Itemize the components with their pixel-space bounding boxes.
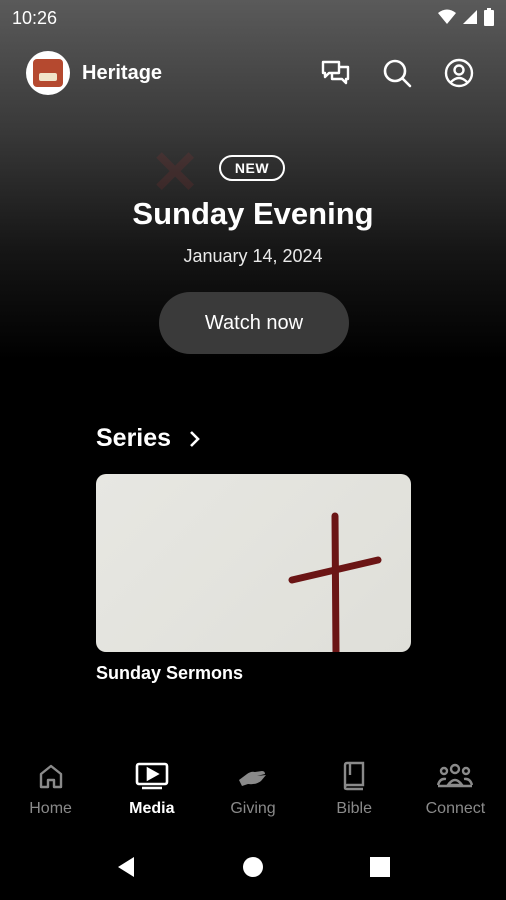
account-icon [444, 58, 474, 88]
nav-item-giving[interactable]: Giving [202, 760, 303, 832]
series-header[interactable]: Series [96, 424, 201, 453]
app-title: Heritage [82, 62, 163, 84]
play-screen-icon [135, 762, 169, 790]
app-header: Heritage [0, 50, 506, 100]
nav-item-home[interactable]: Home [0, 760, 101, 832]
hero-date: January 14, 2024 [183, 246, 323, 266]
search-button[interactable] [380, 56, 414, 90]
home-circle-icon [243, 857, 263, 877]
nav-label-connect: Connect [425, 800, 486, 817]
back-triangle-icon [118, 857, 134, 877]
nav-label-home: Home [29, 800, 72, 817]
hero-title: Sunday Evening [132, 196, 374, 231]
people-icon [437, 763, 474, 788]
cross-image [288, 512, 382, 652]
chevron-right-icon [190, 430, 200, 447]
nav-label-media: Media [129, 800, 175, 817]
nav-label-bible: Bible [336, 800, 372, 817]
series-title: Series [96, 424, 172, 452]
battery-icon [484, 8, 494, 26]
recents-button[interactable] [367, 854, 393, 880]
watch-now-button[interactable]: Watch now [159, 292, 349, 354]
home-icon [39, 764, 62, 789]
signal-icon [463, 10, 477, 24]
recents-square-icon [370, 857, 390, 877]
giving-hand-icon [239, 771, 266, 786]
series-card-thumbnail[interactable] [96, 474, 411, 652]
nav-label-giving: Giving [230, 800, 276, 817]
home-system-button[interactable] [240, 854, 266, 880]
system-navigation-bar [0, 840, 506, 892]
bottom-navigation: Home Media Giving Bible Connect [0, 760, 506, 832]
chat-icon [321, 60, 350, 85]
search-icon [383, 59, 412, 88]
book-icon [344, 761, 365, 791]
nav-item-connect[interactable]: Connect [405, 760, 506, 832]
status-time: 10:26 [12, 8, 58, 28]
status-bar: 10:26 [0, 0, 506, 36]
nav-item-bible[interactable]: Bible [304, 760, 405, 832]
church-logo[interactable] [26, 51, 70, 95]
wifi-icon [438, 9, 456, 24]
nav-item-media[interactable]: Media [101, 760, 202, 832]
messages-button[interactable] [318, 56, 352, 90]
back-button[interactable] [113, 854, 139, 880]
series-card-label[interactable]: Sunday Sermons [96, 663, 243, 684]
status-icons [438, 8, 494, 26]
new-badge: NEW [219, 155, 285, 181]
profile-button[interactable] [442, 56, 476, 90]
